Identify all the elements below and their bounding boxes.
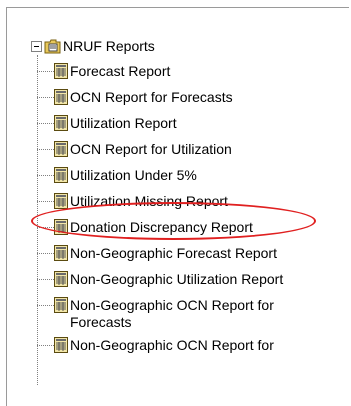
tree-connector bbox=[37, 305, 54, 306]
tree-connector bbox=[37, 175, 54, 176]
tree-item[interactable]: Utilization Under 5% bbox=[37, 166, 197, 186]
tree-item[interactable]: OCN Report for Forecasts bbox=[37, 88, 233, 108]
tree-item[interactable]: OCN Report for Utilization bbox=[37, 140, 232, 160]
report-icon bbox=[54, 271, 68, 287]
tree-item-label: Non-Geographic Forecast Report bbox=[70, 245, 277, 261]
tree-item[interactable]: Donation Discrepancy Report bbox=[37, 218, 253, 238]
tree-connector bbox=[37, 201, 54, 202]
tree-connector bbox=[37, 253, 54, 254]
report-icon bbox=[54, 167, 68, 183]
report-icon bbox=[54, 115, 68, 131]
tree-item-label: Utilization Report bbox=[70, 115, 177, 131]
tree-connector bbox=[37, 149, 54, 150]
tree-item-label: OCN Report for Forecasts bbox=[70, 89, 233, 105]
tree-item[interactable]: Forecast Report bbox=[37, 62, 170, 82]
open-folder-icon bbox=[44, 39, 62, 54]
tree-item[interactable]: Utilization Report bbox=[37, 114, 177, 134]
report-icon bbox=[54, 337, 68, 353]
tree-item-label: Non-Geographic OCN Report for bbox=[70, 337, 274, 353]
tree-item[interactable]: Non-Geographic OCN Report for Forecasts bbox=[37, 296, 274, 330]
tree-item-label: Non-Geographic OCN Report for Forecasts bbox=[70, 297, 274, 330]
report-icon bbox=[54, 245, 68, 261]
tree-item[interactable]: Non-Geographic Utilization Report bbox=[37, 270, 283, 290]
tree-root-label: NRUF Reports bbox=[63, 38, 155, 54]
tree-connector bbox=[37, 345, 54, 346]
tree-connector bbox=[37, 279, 54, 280]
tree-connector bbox=[37, 97, 54, 98]
tree-item[interactable]: Non-Geographic Forecast Report bbox=[37, 244, 277, 264]
report-icon bbox=[54, 89, 68, 105]
tree-item[interactable]: Non-Geographic OCN Report for bbox=[37, 336, 274, 356]
tree-connector bbox=[37, 123, 54, 124]
tree-item-label: OCN Report for Utilization bbox=[70, 141, 232, 157]
report-icon bbox=[54, 141, 68, 157]
tree-root-nruf-reports[interactable]: NRUF Reports bbox=[31, 38, 155, 54]
tree-item-label: Donation Discrepancy Report bbox=[70, 219, 253, 235]
tree-item-label: Utilization Under 5% bbox=[70, 167, 197, 183]
report-icon bbox=[54, 63, 68, 79]
tree-connector bbox=[37, 227, 54, 228]
tree-item-label: Forecast Report bbox=[70, 63, 171, 79]
tree-item-label: Non-Geographic Utilization Report bbox=[70, 271, 284, 287]
report-icon bbox=[54, 193, 68, 209]
collapse-toggle-icon[interactable] bbox=[31, 40, 42, 52]
tree-connector bbox=[37, 71, 54, 72]
report-icon bbox=[54, 297, 68, 313]
tree-item-label: Utilization Missing Report bbox=[70, 193, 228, 209]
report-icon bbox=[54, 219, 68, 235]
tree-item[interactable]: Utilization Missing Report bbox=[37, 192, 228, 212]
